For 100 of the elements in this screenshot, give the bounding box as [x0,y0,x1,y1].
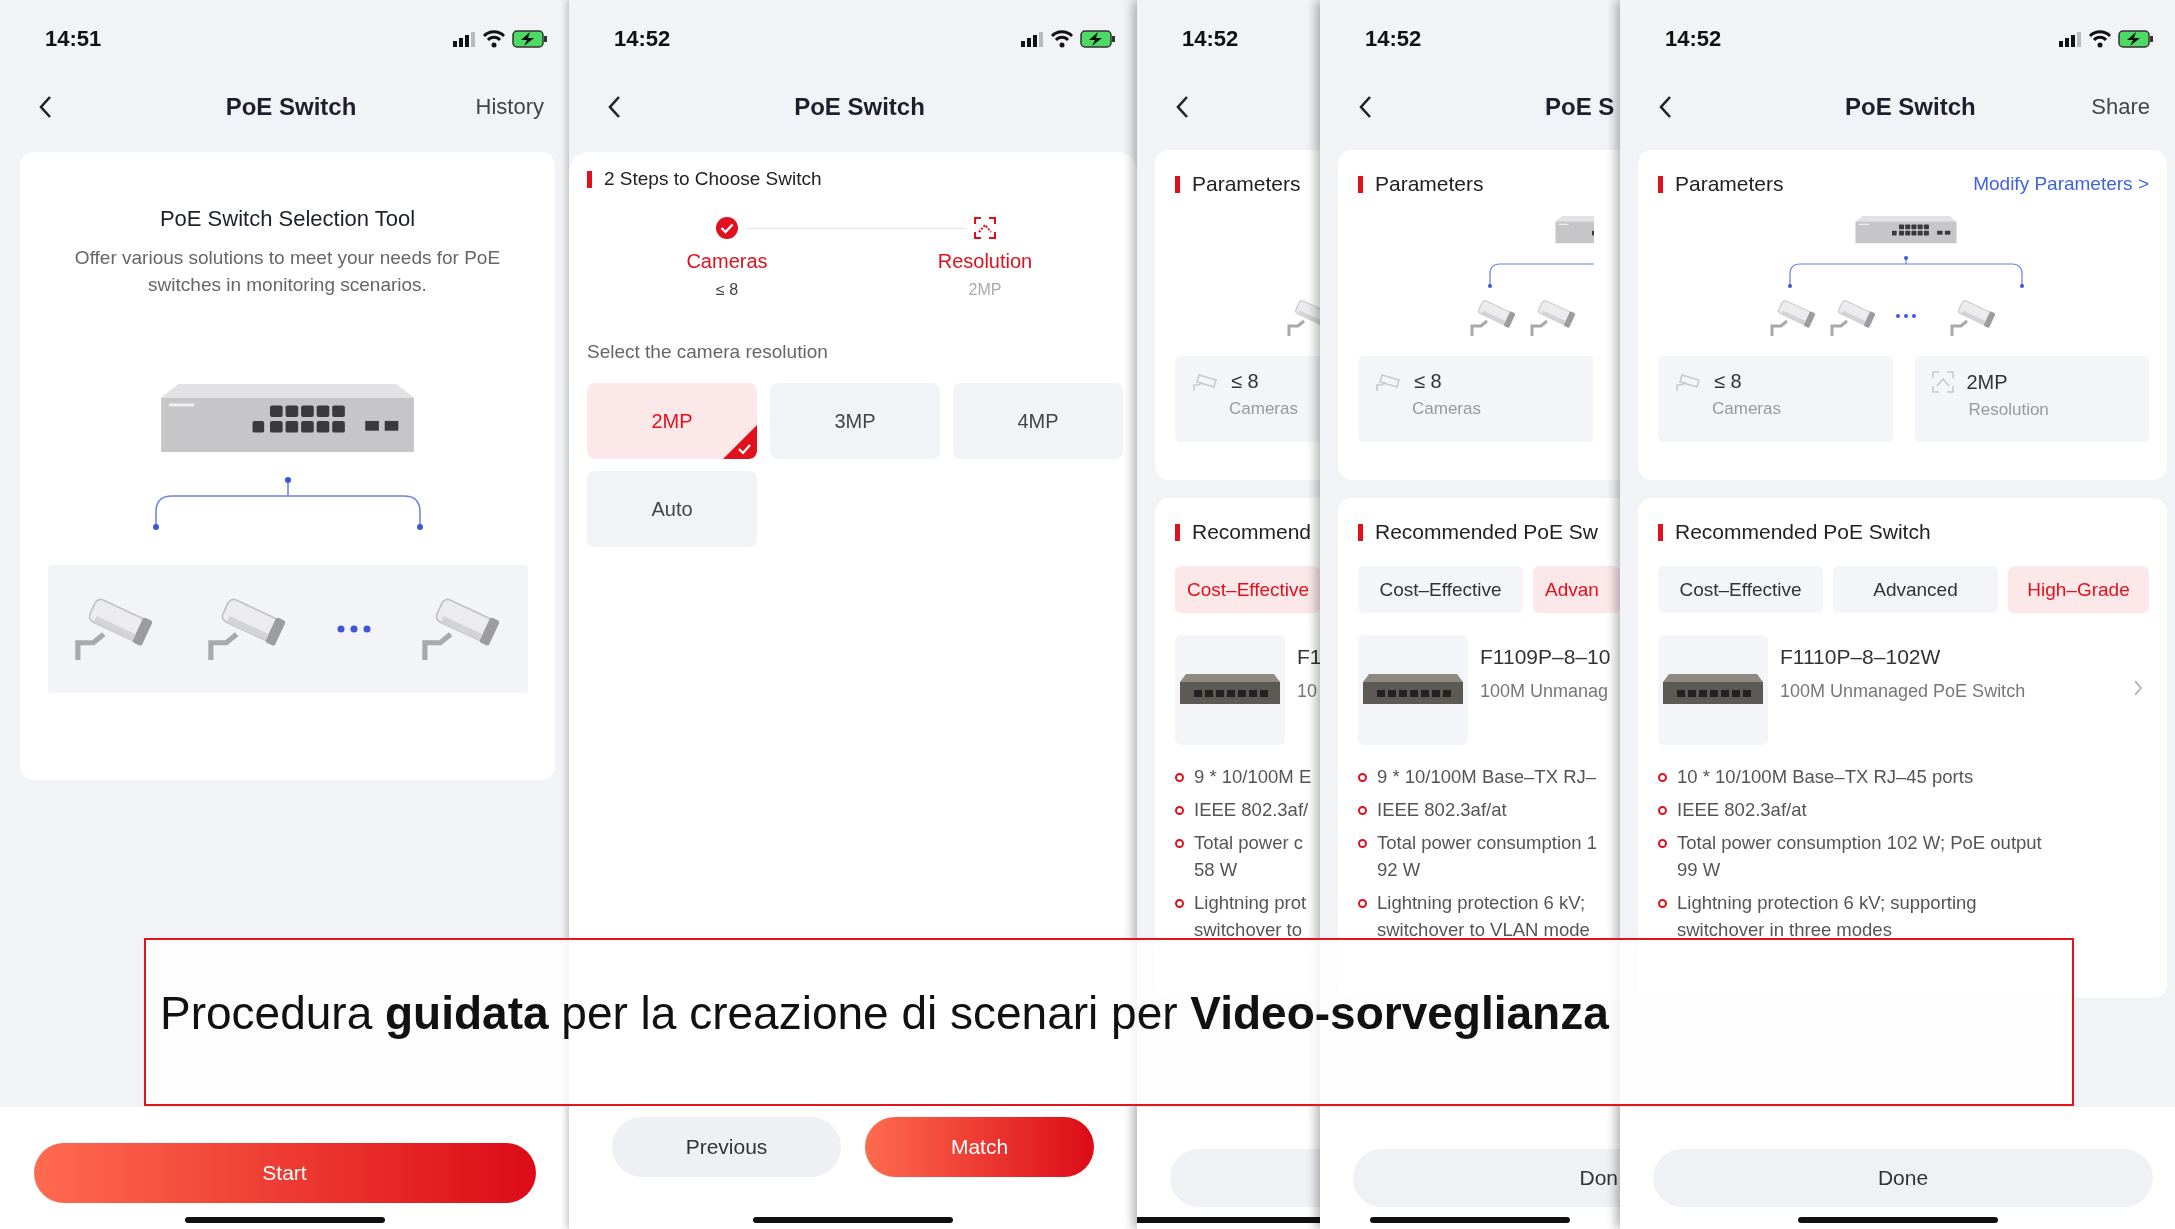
grade-tab[interactable]: Cost–Effective [1358,566,1523,613]
resolution-option[interactable]: 3MP [770,383,940,459]
section-title: Recommended PoE Sw [1375,520,1598,544]
bullet-icon [1175,773,1184,782]
feature-text: IEEE 802.3af/at [1677,798,1807,822]
feature-text: Total power consumption 102 W; PoE output [1677,831,2042,855]
start-button[interactable]: Start [33,1143,536,1203]
feature-text: Lightning protection 6 kV; [1377,891,1587,915]
product-name: F1110P–8–102W [1780,645,1942,669]
tool-description: Offer various solutions to meet your needs for PoE switches in monitoring scenarios. [73,246,502,297]
grade-tab[interactable]: Cost–Effective [1658,566,1823,613]
screen-title: PoE Switch [1845,93,1976,121]
screen-title: PoE Switch [225,93,357,121]
resolution-option[interactable]: 2MP [587,383,757,459]
previous-button[interactable]: Previous [612,1117,841,1177]
grade-tab[interactable]: Advanced [1833,566,1998,613]
status-time: 14:52 [614,26,671,52]
back-icon[interactable] [38,95,52,119]
parameter-value: ≤ 8 [1714,370,1742,393]
back-icon[interactable] [1358,95,1372,119]
grade-tab[interactable]: Advan [1533,566,1620,613]
tool-heading: PoE Switch Selection Tool [159,206,416,232]
feature-text: 92 W [1377,858,1422,882]
bullet-icon [1358,773,1367,782]
feature-text: switchover to VLAN mode [1377,918,1590,942]
section-title: Parameters [1675,172,1784,196]
bullet-icon [1658,806,1667,815]
bullet-icon [1358,899,1367,908]
feature-text: Total power c [1194,831,1303,855]
status-time: 14:52 [1365,26,1422,52]
status-time: 14:52 [1665,26,1722,52]
match-button[interactable]: Match [865,1117,1094,1177]
parameter-label: Cameras [1712,399,1782,419]
section-title: 2 Steps to Choose Switch [604,168,822,190]
section-marker [587,170,592,188]
status-time: 14:52 [1182,26,1239,52]
resolution-option[interactable]: Auto [587,471,757,547]
step-value: ≤ 8 [715,281,739,299]
back-icon[interactable] [607,95,621,119]
bullet-icon [1658,839,1667,848]
product-name: F1 [1297,645,1320,669]
screen-title: PoE Switch [794,93,925,121]
feature-text: IEEE 802.3af/ [1194,798,1309,822]
feature-text: Lightning prot [1194,891,1307,915]
section-marker [1658,175,1663,193]
product-description: 10 [1297,681,1319,702]
section-marker [1658,523,1663,541]
done-button[interactable]: Don [1353,1149,1620,1207]
grade-tab[interactable]: High–Grade [2008,566,2149,613]
product-description: 100M Unmanaged PoE Switch [1780,681,2027,702]
section-marker [1175,175,1180,193]
parameter-label: Cameras [1412,399,1482,419]
feature-text: Total power consumption 1 [1377,831,1598,855]
feature-text: IEEE 802.3af/at [1377,798,1507,822]
back-icon[interactable] [1658,95,1672,119]
section-marker [1358,175,1363,193]
bullet-icon [1358,806,1367,815]
ellipsis-icon [337,625,371,633]
feature-text: switchover in three modes [1677,918,1893,942]
section-marker [1175,523,1180,541]
step-label: Cameras [686,250,768,273]
back-icon[interactable] [1175,95,1189,119]
modify-parameters-link[interactable]: Modify Parameters > [1973,173,2149,195]
done-button[interactable]: Done [1653,1149,2153,1207]
feature-text: 10 * 10/100M Base–TX RJ–45 ports [1677,765,1974,789]
nav-action-link[interactable]: History [475,94,544,120]
bullet-icon [1658,773,1667,782]
feature-text: 9 * 10/100M Base–TX RJ– [1377,765,1597,789]
prompt-text: Select the camera resolution [587,341,829,363]
bullet-icon [1175,899,1184,908]
section-title: Recommended PoE Switch [1675,520,1931,544]
feature-text: 9 * 10/100M E [1194,765,1312,789]
resolution-option[interactable]: 4MP [953,383,1123,459]
nav-action-link[interactable]: Share [2091,94,2150,120]
screen-title: PoE S [1545,93,1615,121]
check-corner-icon [723,425,757,459]
parameter-value: ≤ 8 [1414,370,1442,393]
caption-text: Procedura guidata per la creazione di scenari per Video-sorveglianza [160,987,1609,1039]
parameter-label: Resolution [1968,400,2050,420]
bullet-icon [1175,806,1184,815]
section-marker [1358,523,1363,541]
feature-text: 58 W [1194,858,1239,882]
bullet-icon [1358,839,1367,848]
bullet-icon [1175,839,1184,848]
section-title: Recommend [1192,520,1312,544]
bullet-icon [1658,899,1667,908]
scan-frame-icon [1930,370,1955,394]
step-value: 2MP [968,281,1002,299]
feature-text: switchover to [1194,918,1303,942]
product-description: 100M Unmanag [1480,681,1610,702]
status-time: 14:51 [45,26,102,52]
parameter-label: Cameras [1229,399,1299,419]
feature-text: 99 W [1677,858,1722,882]
parameter-value: 2MP [1966,370,2008,394]
product-name: F1109P–8–10 [1480,645,1612,669]
step-label: Resolution [937,250,1033,273]
section-title: Parameters [1375,172,1484,196]
feature-text: Lightning protection 6 kV; supporting [1677,891,1977,915]
grade-tab[interactable]: Cost–Effective [1175,566,1320,613]
parameter-value: ≤ 8 [1231,370,1259,393]
